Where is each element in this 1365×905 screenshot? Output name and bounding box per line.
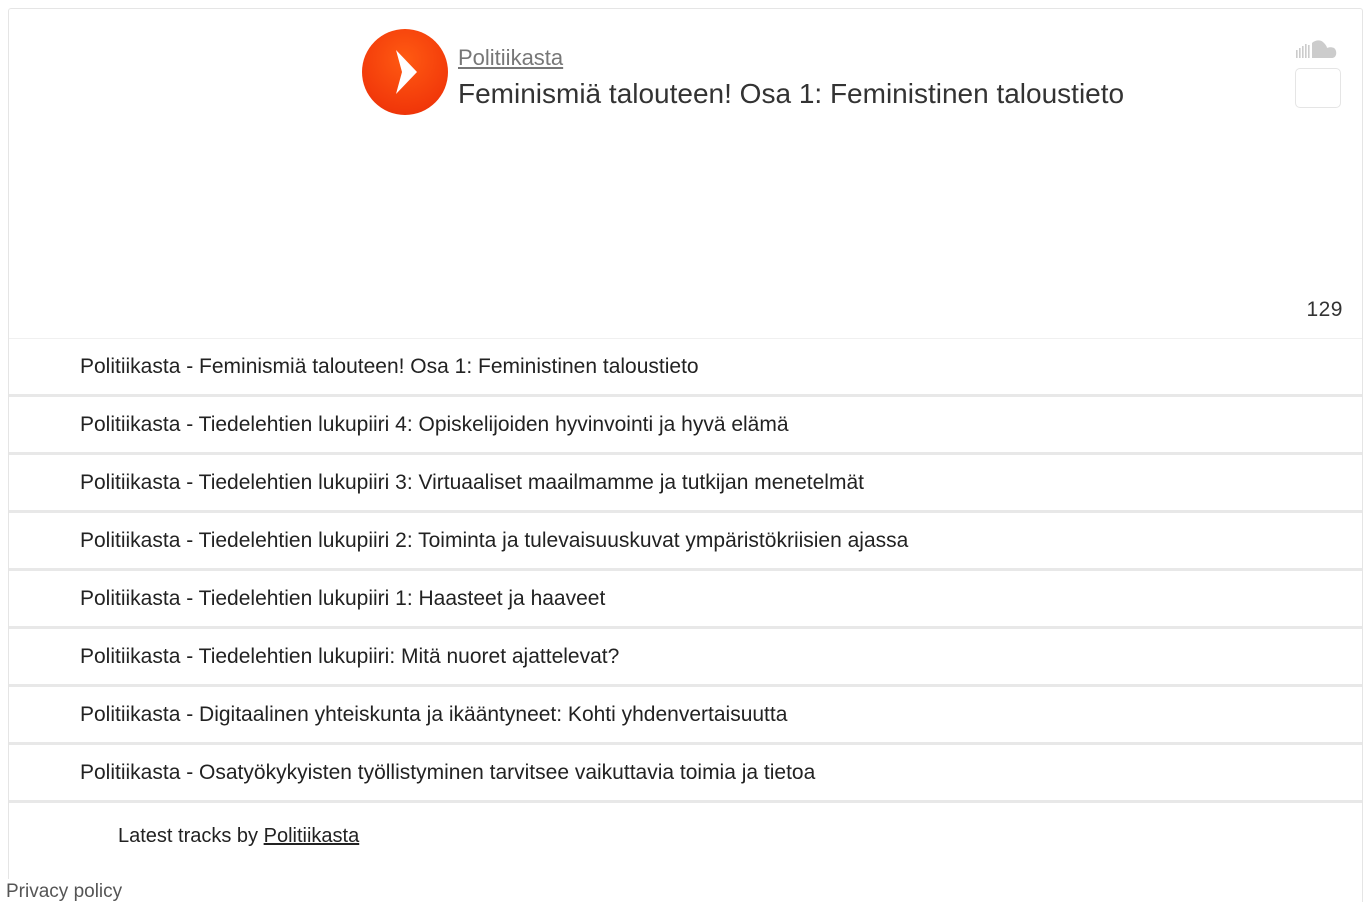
- play-button[interactable]: [362, 29, 448, 115]
- latest-tracks-footer: Latest tracks by Politiikasta: [118, 825, 359, 848]
- artist-link[interactable]: Politiikasta: [458, 45, 563, 71]
- track-list-item[interactable]: Politiikasta - Tiedelehtien lukupiiri 4:…: [9, 397, 1362, 455]
- track-list-item[interactable]: Politiikasta - Tiedelehtien lukupiiri 1:…: [9, 571, 1362, 629]
- track-list-item[interactable]: Politiikasta - Tiedelehtien lukupiiri 2:…: [9, 513, 1362, 571]
- soundcloud-widget: Politiikasta Feminismiä talouteen! Osa 1…: [8, 8, 1363, 902]
- track-list-item[interactable]: Politiikasta - Osatyökykyisten työllisty…: [9, 745, 1362, 803]
- play-icon: [396, 50, 417, 94]
- latest-tracks-label: Latest tracks by: [118, 825, 264, 847]
- track-title: Feminismiä talouteen! Osa 1: Feministine…: [458, 78, 1125, 109]
- track-list-item[interactable]: Politiikasta - Feminismiä talouteen! Osa…: [9, 339, 1362, 397]
- track-list-item[interactable]: Politiikasta - Tiedelehtien lukupiiri: M…: [9, 629, 1362, 687]
- track-list-item[interactable]: Politiikasta - Tiedelehtien lukupiiri 3:…: [9, 455, 1362, 513]
- track-list: Politiikasta - Feminismiä talouteen! Osa…: [9, 339, 1362, 803]
- privacy-policy-link[interactable]: Privacy policy: [0, 879, 129, 902]
- track-list-item[interactable]: Politiikasta - Digitaalinen yhteiskunta …: [9, 687, 1362, 745]
- soundcloud-logo-icon[interactable]: [1294, 39, 1344, 66]
- player-header: Politiikasta Feminismiä talouteen! Osa 1…: [9, 9, 1362, 339]
- play-count: 129: [1306, 298, 1343, 321]
- share-button[interactable]: [1295, 68, 1341, 108]
- latest-tracks-artist-link[interactable]: Politiikasta: [264, 825, 360, 847]
